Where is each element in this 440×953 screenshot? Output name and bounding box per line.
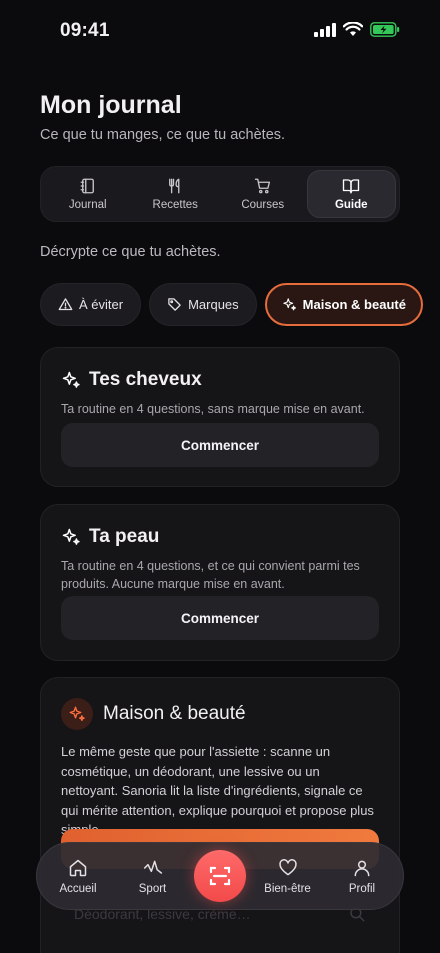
activity-icon bbox=[143, 860, 162, 874]
commencer-button[interactable]: Commencer bbox=[61, 423, 379, 467]
sparkles-icon bbox=[282, 298, 296, 311]
nav-label: Accueil bbox=[59, 882, 97, 895]
page-subtitle: Ce que tu manges, ce que tu achètes. bbox=[40, 127, 286, 143]
card-cheveux: Tes cheveux Ta routine en 4 questions, s… bbox=[40, 347, 400, 487]
home-icon bbox=[69, 859, 87, 876]
notebook-icon bbox=[80, 178, 94, 194]
status-time: 09:41 bbox=[60, 20, 110, 41]
sparkles-icon bbox=[69, 706, 85, 722]
card-header: Ta peau bbox=[61, 526, 159, 548]
filter-chips: À éviter Marques Maison & beauté bbox=[40, 283, 423, 326]
tab-label: Journal bbox=[68, 199, 107, 211]
scan-button[interactable] bbox=[194, 850, 246, 902]
sparkles-icon bbox=[62, 528, 80, 545]
cellular-signal-icon bbox=[314, 22, 336, 37]
chip-label: Maison & beauté bbox=[302, 297, 406, 312]
sparkles-badge bbox=[61, 698, 93, 730]
utensils-icon bbox=[169, 178, 180, 194]
page-title: Mon journal bbox=[40, 91, 182, 119]
card-header: Maison & beauté bbox=[61, 698, 246, 730]
segmented-tabs: Journal Recettes Courses Guide bbox=[40, 166, 400, 222]
nav-label: Sport bbox=[138, 882, 167, 895]
scan-icon bbox=[209, 866, 231, 886]
tab-recettes[interactable]: Recettes bbox=[132, 170, 220, 218]
tab-label: Recettes bbox=[152, 199, 198, 211]
card-description: Le même geste que pour l'assiette : scan… bbox=[61, 744, 374, 837]
tag-icon bbox=[168, 298, 181, 311]
section-hint: Décrypte ce que tu achètes. bbox=[40, 244, 221, 260]
status-icons bbox=[314, 22, 400, 37]
nav-bien-etre[interactable]: Bien-être bbox=[255, 858, 321, 895]
nav-label: Profil bbox=[348, 882, 376, 895]
cart-icon bbox=[254, 178, 270, 194]
user-icon bbox=[354, 860, 370, 876]
card-description: Ta routine en 4 questions, sans marque m… bbox=[61, 402, 365, 416]
chip-maison-beaute[interactable]: Maison & beauté bbox=[264, 283, 423, 326]
wifi-icon bbox=[343, 22, 363, 36]
warning-icon bbox=[58, 298, 73, 311]
heart-icon bbox=[278, 858, 297, 875]
card-header: Tes cheveux bbox=[61, 369, 202, 391]
status-bar: 09:41 bbox=[0, 0, 440, 62]
tab-guide[interactable]: Guide bbox=[306, 170, 396, 218]
sparkles-icon bbox=[62, 371, 80, 388]
card-title: Tes cheveux bbox=[89, 369, 202, 390]
nav-sport[interactable]: Sport bbox=[120, 858, 186, 895]
nav-accueil[interactable]: Accueil bbox=[45, 858, 111, 895]
chip-label: Marques bbox=[188, 297, 239, 312]
card-description: Ta routine en 4 questions, et ce qui con… bbox=[61, 559, 360, 591]
tab-courses[interactable]: Courses bbox=[219, 170, 307, 218]
chip-label: À éviter bbox=[79, 297, 124, 312]
tab-label: Courses bbox=[241, 199, 285, 211]
nav-profil[interactable]: Profil bbox=[329, 858, 395, 895]
card-title: Maison & beauté bbox=[103, 703, 246, 724]
commencer-button[interactable]: Commencer bbox=[61, 596, 379, 640]
book-icon bbox=[343, 179, 360, 194]
battery-charging-icon bbox=[370, 22, 400, 37]
bottom-nav: Accueil Sport Bien-être Profil bbox=[36, 842, 404, 910]
chip-a-eviter[interactable]: À éviter bbox=[40, 283, 142, 326]
nav-label: Bien-être bbox=[264, 882, 311, 895]
tab-label: Guide bbox=[334, 199, 368, 211]
tab-journal[interactable]: Journal bbox=[44, 170, 132, 218]
chip-marques[interactable]: Marques bbox=[149, 283, 257, 326]
card-peau: Ta peau Ta routine en 4 questions, et ce… bbox=[40, 504, 400, 661]
card-title: Ta peau bbox=[89, 526, 160, 547]
